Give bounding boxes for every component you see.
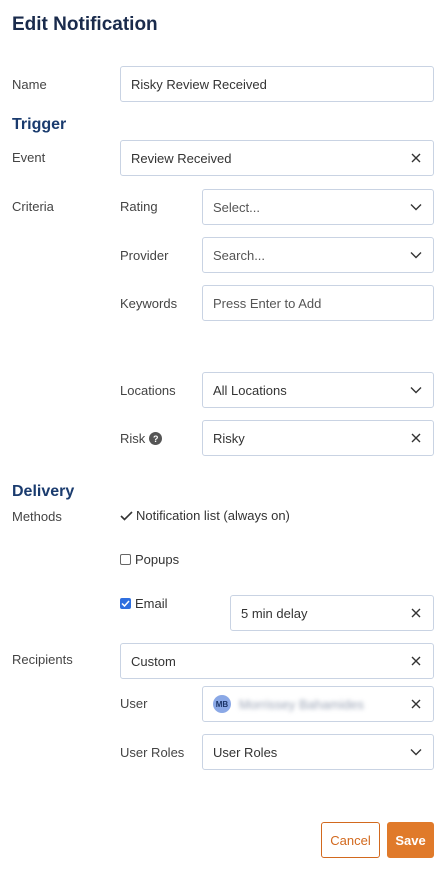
event-label: Event	[12, 150, 46, 165]
provider-placeholder: Search...	[213, 247, 266, 263]
email-delay-select[interactable]: 5 min delay	[230, 595, 434, 631]
provider-label: Provider	[120, 248, 169, 263]
name-input[interactable]: Risky Review Received	[120, 66, 434, 102]
close-icon[interactable]	[409, 431, 423, 445]
close-icon[interactable]	[409, 697, 423, 711]
recipients-label: Recipients	[12, 652, 73, 667]
close-icon[interactable]	[409, 151, 423, 165]
chevron-down-icon	[409, 248, 423, 262]
email-method[interactable]: Email	[120, 596, 168, 611]
notification-list-method: Notification list (always on)	[120, 508, 290, 523]
user-label: User	[120, 696, 148, 711]
chevron-down-icon	[409, 200, 423, 214]
close-icon[interactable]	[409, 606, 423, 620]
rating-select[interactable]: Select...	[202, 189, 434, 225]
criteria-label: Criteria	[12, 199, 54, 214]
trigger-heading: Trigger	[12, 116, 67, 133]
locations-value: All Locations	[213, 382, 287, 398]
avatar: MB	[213, 695, 231, 713]
event-value: Review Received	[131, 150, 232, 166]
locations-label: Locations	[120, 383, 176, 398]
risk-value: Risky	[213, 430, 245, 446]
popups-method[interactable]: Popups	[120, 552, 179, 567]
rating-label: Rating	[120, 199, 158, 214]
recipients-select[interactable]: Custom	[120, 643, 434, 679]
popups-label: Popups	[135, 552, 180, 567]
name-label: Name	[12, 77, 47, 92]
rating-placeholder: Select...	[213, 199, 260, 215]
keywords-input[interactable]: Press Enter to Add	[202, 285, 434, 321]
chevron-down-icon	[409, 383, 423, 397]
keywords-label: Keywords	[120, 296, 178, 311]
email-delay-value: 5 min delay	[241, 605, 308, 621]
user-roles-value: User Roles	[213, 744, 278, 760]
save-button[interactable]: Save	[387, 822, 434, 858]
provider-select[interactable]: Search...	[202, 237, 434, 273]
name-value: Risky Review Received	[131, 76, 267, 92]
risk-label: Risk	[120, 431, 146, 446]
close-icon[interactable]	[409, 654, 423, 668]
notification-list-label: Notification list (always on)	[136, 508, 290, 523]
recipients-value: Custom	[131, 653, 176, 669]
checkmark-icon	[120, 510, 133, 521]
popups-checkbox[interactable]	[120, 554, 131, 565]
risk-label-wrap: Risk?	[120, 431, 163, 446]
methods-label: Methods	[12, 509, 62, 524]
keywords-placeholder: Press Enter to Add	[213, 295, 322, 311]
email-label: Email	[135, 596, 168, 611]
locations-select[interactable]: All Locations	[202, 372, 434, 408]
chevron-down-icon	[409, 745, 423, 759]
delivery-heading: Delivery	[12, 483, 75, 500]
risk-select[interactable]: Risky	[202, 420, 434, 456]
help-icon[interactable]: ?	[149, 432, 163, 446]
page-title: Edit Notification	[12, 14, 158, 35]
email-checkbox[interactable]	[120, 598, 131, 609]
user-roles-label: User Roles	[120, 745, 185, 760]
cancel-button[interactable]: Cancel	[321, 822, 380, 858]
event-select[interactable]: Review Received	[120, 140, 434, 176]
user-roles-select[interactable]: User Roles	[202, 734, 434, 770]
user-select[interactable]: MB Morrissey Bahamides	[202, 686, 434, 722]
user-name: Morrissey Bahamides	[239, 696, 364, 712]
